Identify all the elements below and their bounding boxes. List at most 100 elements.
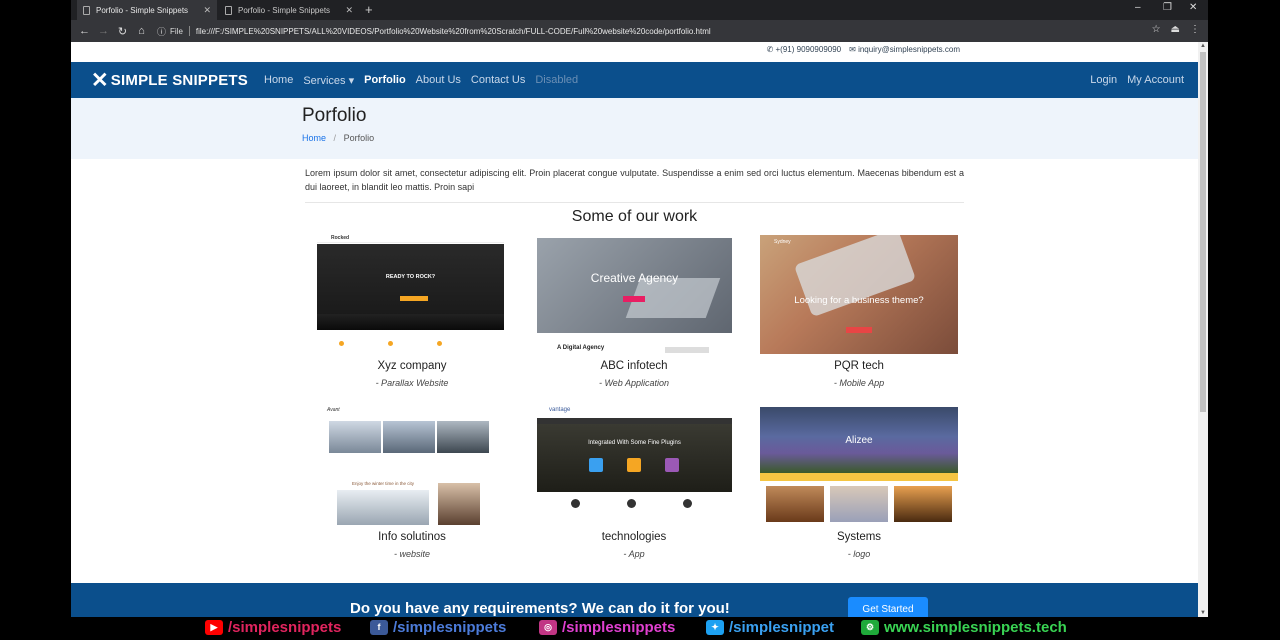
scrollbar-thumb[interactable] [1200,52,1206,412]
url-field[interactable]: file:///F:/SIMPLE%20SNIPPETS/ALL%20VIDEO… [196,27,711,36]
close-icon[interactable]: ✕ [345,5,353,16]
thumb-image [329,421,381,453]
nav-contact[interactable]: Contact Us [471,74,525,87]
nav-home[interactable]: Home [264,74,293,87]
plugin-icon [589,458,603,472]
nav-disabled: Disabled [535,73,579,86]
thumb-brand: A Digital Agency [557,345,605,351]
section-title: Some of our work [571,208,698,225]
portfolio-thumbnail[interactable]: vantage Integrated With Some Fine Plugin… [535,406,733,525]
thumb-image [438,483,480,525]
portfolio-card[interactable]: Rocked READY TO ROCK? Xyz company - Para… [313,235,511,388]
document-icon [83,5,90,15]
portfolio-thumbnail[interactable]: Avant Enjoy the winter time in the city [313,406,511,525]
social-website: ⚙ www.simplesnippets.tech [861,619,1067,636]
portfolio-thumbnail[interactable]: Alizee [760,406,958,525]
nav-right: Login My Account [1090,74,1184,86]
web-page: ✆ +(91) 9090909090 ✉ inquiry@simplesnipp… [71,42,1198,617]
tab-active[interactable]: Porfolio - Simple Snippets ✕ [77,0,217,20]
email-info[interactable]: ✉ inquiry@simplesnippets.com [849,45,960,54]
thumb-image [437,421,489,453]
main-navbar: ✕ SIMPLE SNIPPETS Home Services ▾ Porfol… [71,62,1198,98]
thumb-strip [665,347,709,353]
breadcrumb-home[interactable]: Home [302,133,326,143]
social-facebook: f /simplesnippets [370,619,506,636]
page-header: Porfolio Home / Porfolio [71,98,1198,159]
nav-portfolio[interactable]: Porfolio [364,74,406,87]
thumb-title: Creative Agency [590,271,679,285]
scroll-up-icon[interactable]: ▲ [1200,43,1206,49]
portfolio-thumbnail[interactable]: Sydney Looking for a business theme? [760,235,958,354]
back-button[interactable]: ← [75,25,94,37]
brand-name: SIMPLE SNIPPETS [110,71,248,89]
tab-inactive[interactable]: Porfolio - Simple Snippets ✕ [219,0,359,20]
feature-icon [571,499,580,508]
portfolio-card[interactable]: Creative Agency A Digital Agency ABC inf… [535,235,733,388]
breadcrumb-separator: / [333,133,337,143]
portfolio-thumbnail[interactable]: Rocked READY TO ROCK? [313,235,511,354]
work-name: Xyz company [377,360,447,372]
new-tab-button[interactable]: + [365,2,373,17]
thumb-brand: Sydney [774,239,791,245]
nav-services[interactable]: Services ▾ [303,74,354,87]
thumb-image [830,486,888,522]
social-twitter: ✦ /simplesnippet [706,619,834,636]
social-label: /simplesnippets [393,619,507,636]
browser-window: Porfolio - Simple Snippets ✕ Porfolio - … [71,0,1208,617]
thumb-title: Looking for a business theme? [794,295,924,306]
my-account-link[interactable]: My Account [1127,74,1184,86]
work-type: - website [393,549,430,559]
forward-button[interactable]: → [94,25,113,37]
thumb-band [760,473,958,481]
web-icon: ⚙ [861,620,879,635]
youtube-icon: ▶ [205,620,223,635]
get-started-button[interactable]: Get Started [848,597,928,617]
restore-button[interactable]: ❐ [1163,2,1172,13]
scrollbar[interactable]: ▲ ▼ [1198,42,1208,617]
thumb-skyline [317,314,504,330]
portfolio-card[interactable]: Alizee Systems - logo [760,406,958,559]
minimize-button[interactable]: – [1135,2,1141,13]
thumb-button [623,296,645,302]
portfolio-card[interactable]: Sydney Looking for a business theme? PQR… [760,235,958,388]
phone-info: ✆ +(91) 9090909090 [767,45,842,54]
close-icon[interactable]: ✕ [203,5,211,16]
thumb-brand: Rocked [331,235,350,241]
portfolio-card[interactable]: Avant Enjoy the winter time in the city … [313,406,511,559]
facebook-icon: f [370,620,388,635]
login-link[interactable]: Login [1090,74,1117,86]
window-close-button[interactable]: ✕ [1189,2,1197,13]
menu-icon[interactable]: ⋮ [1190,24,1200,35]
file-label: File [170,26,183,36]
plugin-icon [627,458,641,472]
work-type: - Mobile App [833,378,885,388]
social-instagram: ◎ /simplesnippets [539,619,675,636]
phone-icon: ✆ [766,45,776,54]
portfolio-thumbnail[interactable]: Creative Agency A Digital Agency [535,235,733,354]
profile-icon[interactable]: ⏏ [1171,24,1180,35]
intro-text: Lorem ipsum dolor sit amet, consectetur … [305,168,964,192]
feature-icon [683,499,692,508]
work-type: - Web Application [598,378,670,388]
email-text[interactable]: inquiry@simplesnippets.com [858,45,960,54]
feature-icon [627,499,636,508]
reload-button[interactable]: ↻ [113,25,132,38]
nav-about[interactable]: About Us [416,74,461,87]
work-type: - logo [847,549,871,559]
scroll-down-icon[interactable]: ▼ [1200,610,1206,616]
thumb-title: Integrated With Some Fine Plugins [588,440,681,446]
home-button[interactable]: ⌂ [132,25,151,37]
thumb-title: READY TO ROCK? [385,274,436,280]
info-icon[interactable]: ⓘ [157,25,166,38]
document-icon [225,5,232,15]
portfolio-card[interactable]: vantage Integrated With Some Fine Plugin… [535,406,733,559]
social-label: /simplesnippet [729,619,835,636]
thumb-image [383,421,435,453]
page-title: Porfolio [302,105,367,126]
brand-logo[interactable]: ✕ SIMPLE SNIPPETS [91,70,248,91]
thumb-hero: Integrated With Some Fine Plugins [537,424,732,492]
tab-bar: Porfolio - Simple Snippets ✕ Porfolio - … [71,0,1208,20]
work-name: Info solutinos [378,531,446,543]
star-icon[interactable]: ☆ [1152,24,1161,35]
thumb-brand: Avant [327,407,340,413]
